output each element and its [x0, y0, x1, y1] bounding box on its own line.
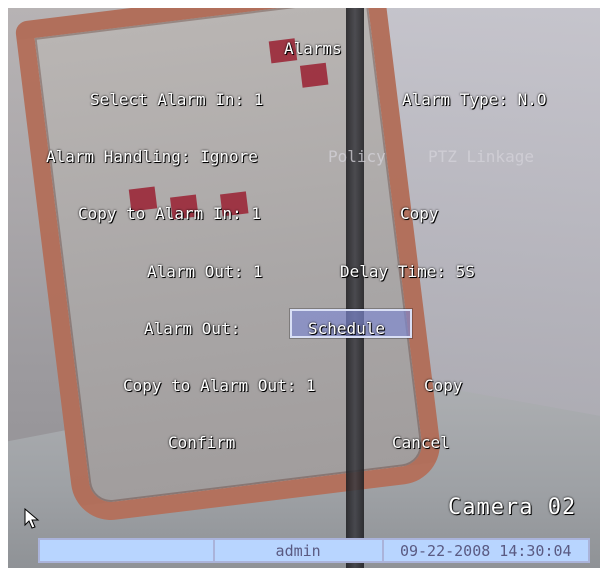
copy-alarm-in-button[interactable]: Copy [400, 206, 439, 222]
copy-to-alarm-in-field[interactable]: Copy to Alarm In: 1 [78, 206, 261, 222]
mouse-pointer-icon [24, 508, 40, 529]
cancel-button[interactable]: Cancel [392, 435, 450, 451]
schedule-button[interactable]: Schedule [308, 321, 385, 337]
copy-to-alarm-out-field[interactable]: Copy to Alarm Out: 1 [123, 378, 316, 394]
camera-label: Camera 02 [448, 495, 577, 520]
delay-time-field[interactable]: Delay Time: 5S [340, 264, 475, 280]
page-title: Alarms [284, 39, 342, 58]
status-bar: admin 09-22-2008 14:30:04 [38, 538, 590, 563]
alarm-type-field[interactable]: Alarm Type: N.O [402, 92, 547, 108]
status-user: admin [215, 540, 384, 561]
alarm-handling-field[interactable]: Alarm Handling: Ignore [46, 149, 258, 165]
camera-view: Alarms Select Alarm In: 1 Alarm Type: N.… [8, 8, 600, 568]
alarm-out-number-field[interactable]: Alarm Out: 1 [147, 264, 263, 280]
policy-button[interactable]: Policy [328, 149, 386, 165]
copy-alarm-out-button[interactable]: Copy [424, 378, 463, 394]
ptz-linkage-button[interactable]: PTZ Linkage [428, 149, 534, 165]
confirm-button[interactable]: Confirm [168, 435, 235, 451]
alarms-osd: Alarms Select Alarm In: 1 Alarm Type: N.… [8, 8, 600, 568]
alarm-out-label: Alarm Out: [144, 319, 241, 338]
status-left-cell [40, 540, 215, 561]
status-datetime: 09-22-2008 14:30:04 [399, 541, 572, 560]
select-alarm-in-field[interactable]: Select Alarm In: 1 [90, 92, 263, 108]
